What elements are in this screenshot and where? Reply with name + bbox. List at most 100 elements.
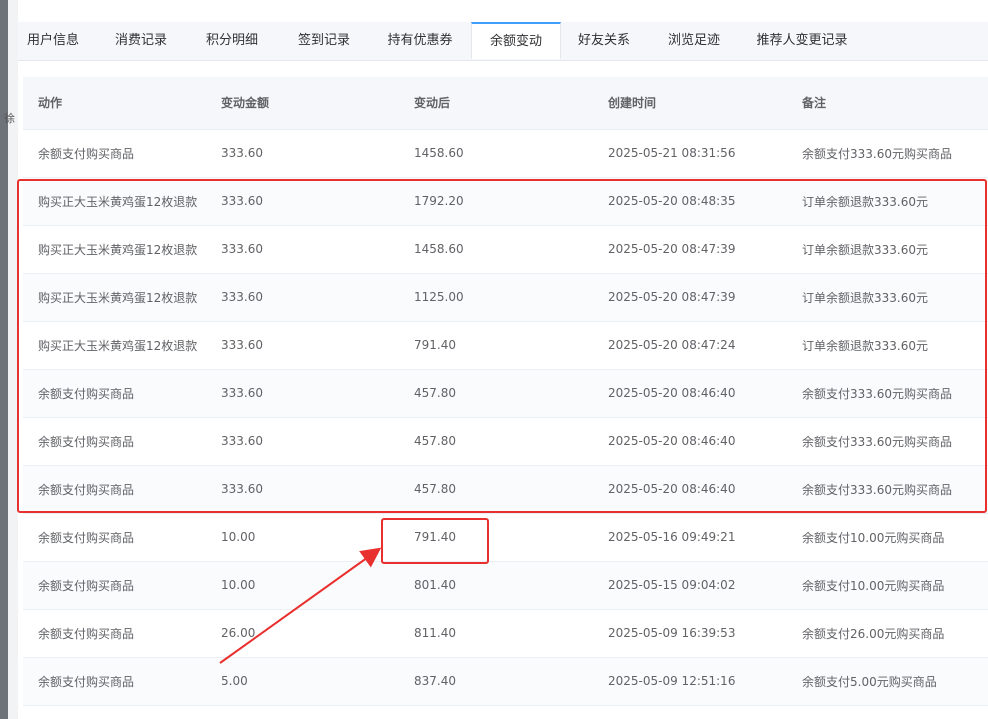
tab-checkin-records[interactable]: 签到记录 <box>286 22 362 60</box>
cell-amount: 5.00 <box>206 657 399 706</box>
table-row: 余额支付购买商品 10.00 791.40 2025-05-16 09:49:21 余额… <box>23 513 988 562</box>
cell-amount: 333.60 <box>206 177 399 226</box>
cell-created-time: 2025-05-20 08:46:40 <box>593 465 787 514</box>
cell-remark: 订单余额退款333.60元 <box>787 177 988 226</box>
cell-action: 购买正大玉米黄鸡蛋12枚退款 <box>23 321 206 370</box>
cell-amount: 333.60 <box>206 129 399 178</box>
column-header-remark[interactable]: 备注 <box>787 77 988 130</box>
tab-label: 持有优惠券 <box>387 33 453 48</box>
cell-amount: 333.60 <box>206 369 399 418</box>
cell-action: 余额支付购买商品 <box>23 369 206 418</box>
cell-action: 购买正大玉米黄鸡蛋12枚退款 <box>23 273 206 322</box>
clipped-sidebar-text: 徐 <box>4 112 15 125</box>
cell-remark: 余额支付333.60元购买商品 <box>787 129 988 178</box>
cell-created-time: 2025-05-20 08:48:35 <box>593 177 787 226</box>
cell-balance-after: 801.40 <box>399 561 593 610</box>
cell-created-time: 2025-05-09 12:51:16 <box>593 657 787 706</box>
cell-created-time: 2025-05-21 08:31:56 <box>593 129 787 178</box>
cell-balance-after: 811.40 <box>399 609 593 658</box>
cell-remark: 订单余额退款333.60元 <box>787 225 988 274</box>
column-header-balance-after[interactable]: 变动后 <box>399 77 593 130</box>
cell-balance-after: 1458.60 <box>399 129 593 178</box>
cell-amount: 333.60 <box>206 321 399 370</box>
cell-balance-after: 457.80 <box>399 369 593 418</box>
cell-action: 余额支付购买商品 <box>23 465 206 514</box>
cell-balance-after: 791.40 <box>399 321 593 370</box>
tab-label: 推荐人变更记录 <box>756 33 848 48</box>
cell-remark: 余额支付333.60元购买商品 <box>787 465 988 514</box>
cell-action: 余额支付购买商品 <box>23 609 206 658</box>
cell-action: 购买正大玉米黄鸡蛋12枚退款 <box>23 225 206 274</box>
table-row: 余额支付购买商品 333.60 457.80 2025-05-20 08:46:40 余… <box>23 465 988 514</box>
tab-label: 浏览足迹 <box>667 33 720 48</box>
table-row: 购买正大玉米黄鸡蛋12枚退款 333.60 1125.00 2025-05-20 08… <box>23 273 988 322</box>
tab-coupons-held[interactable]: 持有优惠券 <box>376 22 464 60</box>
cell-amount: 333.60 <box>206 417 399 466</box>
tab-balance-changes[interactable]: 余额变动 <box>471 22 561 59</box>
table-row: 购买正大玉米黄鸡蛋12枚退款 333.60 1792.20 2025-05-20 08… <box>23 177 988 226</box>
table-row: 余额支付购买商品 333.60 457.80 2025-05-20 08:46:40 余… <box>23 417 988 466</box>
cell-amount: 333.60 <box>206 273 399 322</box>
tab-label: 消费记录 <box>114 33 167 48</box>
balance-change-table: 动作 变动金额 变动后 创建时间 备注 余额支付购买商品 333.60 1458.6… <box>23 77 988 706</box>
cell-remark: 订单余额退款333.60元 <box>787 273 988 322</box>
table-row: 余额支付购买商品 26.00 811.40 2025-05-09 16:39:53 余额… <box>23 609 988 658</box>
tab-label: 签到记录 <box>297 33 350 48</box>
cell-action: 余额支付购买商品 <box>23 129 206 178</box>
cell-balance-after: 837.40 <box>399 657 593 706</box>
cell-amount: 10.00 <box>206 561 399 610</box>
table-row: 余额支付购买商品 10.00 801.40 2025-05-15 09:04:02 余额… <box>23 561 988 610</box>
cell-balance-after: 457.80 <box>399 465 593 514</box>
cell-action: 余额支付购买商品 <box>23 561 206 610</box>
cell-remark: 余额支付26.00元购买商品 <box>787 609 988 658</box>
tab-points-detail[interactable]: 积分明细 <box>194 22 270 60</box>
column-header-amount[interactable]: 变动金额 <box>206 77 399 130</box>
table-row: 余额支付购买商品 5.00 837.40 2025-05-09 12:51:16 余额支… <box>23 657 988 706</box>
cell-amount: 26.00 <box>206 609 399 658</box>
table-row: 购买正大玉米黄鸡蛋12枚退款 333.60 791.40 2025-05-20 08:… <box>23 321 988 370</box>
cell-action: 余额支付购买商品 <box>23 657 206 706</box>
cell-balance-after: 457.80 <box>399 417 593 466</box>
cell-amount: 333.60 <box>206 465 399 514</box>
table-header-row: 动作 变动金额 变动后 创建时间 备注 <box>23 77 988 130</box>
tab-label: 好友关系 <box>577 33 630 48</box>
cell-amount: 333.60 <box>206 225 399 274</box>
tab-label: 积分明细 <box>205 33 258 48</box>
cell-balance-after: 791.40 <box>399 513 593 562</box>
cell-action: 余额支付购买商品 <box>23 417 206 466</box>
tab-bar: 用户信息 消费记录 积分明细 签到记录 持有优惠券 余额变动 好友关系 浏览足迹 推荐人变更记录 <box>18 22 988 61</box>
balance-change-panel: 动作 变动金额 变动后 创建时间 备注 余额支付购买商品 333.60 1458.6… <box>23 77 988 719</box>
cell-remark: 余额支付10.00元购买商品 <box>787 513 988 562</box>
window-left-edge <box>0 0 8 719</box>
cell-balance-after: 1792.20 <box>399 177 593 226</box>
cell-created-time: 2025-05-20 08:47:39 <box>593 225 787 274</box>
tab-user-info[interactable]: 用户信息 <box>18 22 88 60</box>
cell-remark: 余额支付333.60元购买商品 <box>787 369 988 418</box>
cell-created-time: 2025-05-20 08:47:39 <box>593 273 787 322</box>
cell-amount: 10.00 <box>206 513 399 562</box>
cell-remark: 余额支付333.60元购买商品 <box>787 417 988 466</box>
cell-remark: 余额支付10.00元购买商品 <box>787 561 988 610</box>
tab-browse-history[interactable]: 浏览足迹 <box>659 22 729 60</box>
cell-created-time: 2025-05-16 09:49:21 <box>593 513 787 562</box>
cell-balance-after: 1125.00 <box>399 273 593 322</box>
cell-remark: 余额支付5.00元购买商品 <box>787 657 988 706</box>
cell-action: 购买正大玉米黄鸡蛋12枚退款 <box>23 177 206 226</box>
tab-referrer-change-records[interactable]: 推荐人变更记录 <box>750 22 854 60</box>
cell-action: 余额支付购买商品 <box>23 513 206 562</box>
column-header-action[interactable]: 动作 <box>23 77 206 130</box>
cell-created-time: 2025-05-20 08:46:40 <box>593 417 787 466</box>
table-row: 余额支付购买商品 333.60 457.80 2025-05-20 08:46:40 余… <box>23 369 988 418</box>
cell-created-time: 2025-05-20 08:46:40 <box>593 369 787 418</box>
cell-created-time: 2025-05-20 08:47:24 <box>593 321 787 370</box>
cell-balance-after: 1458.60 <box>399 225 593 274</box>
sidebar-sliver <box>8 0 18 719</box>
table-row: 购买正大玉米黄鸡蛋12枚退款 333.60 1458.60 2025-05-20 08… <box>23 225 988 274</box>
cell-created-time: 2025-05-09 16:39:53 <box>593 609 787 658</box>
tab-label: 用户信息 <box>26 33 79 48</box>
tab-consumption-records[interactable]: 消费记录 <box>106 22 176 60</box>
cell-remark: 订单余额退款333.60元 <box>787 321 988 370</box>
tab-friend-relations[interactable]: 好友关系 <box>569 22 639 60</box>
column-header-created-time[interactable]: 创建时间 <box>593 77 787 130</box>
cell-created-time: 2025-05-15 09:04:02 <box>593 561 787 610</box>
